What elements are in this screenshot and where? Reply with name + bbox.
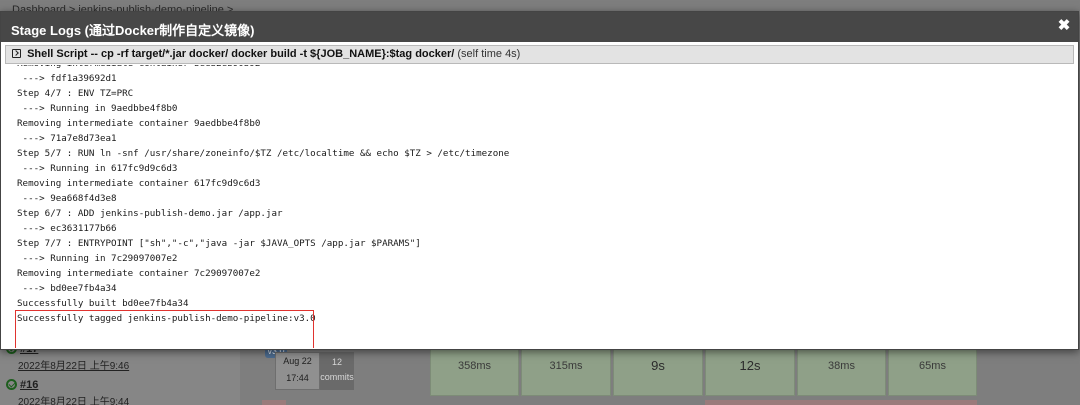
stage-cell[interactable]: 358ms: [430, 346, 519, 396]
stage-cell[interactable]: 65ms: [888, 346, 977, 396]
build-number[interactable]: #16: [20, 379, 38, 391]
commits-label: commits: [320, 372, 354, 382]
log-line: Step 7/7 : ENTRYPOINT ["sh","-c","java -…: [17, 238, 421, 249]
log-line: Removing intermediate container 9aedbbe4…: [17, 118, 261, 129]
build-date[interactable]: 2022年8月22日 上午9:46: [18, 357, 236, 372]
step-command[interactable]: Shell Script -- cp -rf target/*.jar dock…: [27, 48, 454, 60]
log-line: Successfully built bd0ee7fb4a34: [17, 298, 189, 309]
stage-cell[interactable]: 38ms: [797, 346, 886, 396]
run-date-box: Aug 22 17:44: [275, 352, 320, 390]
log-line: ---> 9ea668f4d3e8: [17, 193, 117, 204]
failed-run-row: [262, 400, 286, 405]
build-history-item[interactable]: #16 2022年8月22日 上午9:44: [6, 379, 236, 405]
log-line: ---> 71a7e8d73ea1: [17, 133, 117, 144]
run-time: 17:44: [286, 373, 309, 383]
stage-cell[interactable]: 12s: [705, 346, 795, 396]
build-date[interactable]: 2022年8月22日 上午9:44: [18, 393, 236, 405]
success-check-icon: [6, 379, 17, 390]
step-self-time: (self time 4s): [457, 48, 521, 60]
dialog-header: Stage Logs (通过Docker制作自定义镜像) ✖: [1, 12, 1078, 42]
commits-badge[interactable]: 12 commits: [320, 352, 354, 390]
stage-cell[interactable]: 315ms: [521, 346, 611, 396]
log-line: ---> Running in 617fc9d9c6d3: [17, 163, 178, 174]
close-button[interactable]: ✖: [1056, 17, 1072, 35]
step-header[interactable]: Shell Script -- cp -rf target/*.jar dock…: [5, 45, 1074, 64]
dialog-title: Stage Logs (通过Docker制作自定义镜像): [11, 23, 255, 38]
log-line: Step 6/7 : ADD jenkins-publish-demo.jar …: [17, 208, 283, 219]
success-highlight-box: [15, 310, 314, 348]
log-lines: Removing intermediate container beeb2eb9…: [17, 65, 509, 326]
log-line: ---> Running in 7c29097007e2: [17, 253, 178, 264]
log-line: ---> Running in 9aedbbe4f8b0: [17, 103, 178, 114]
commits-count: 12: [331, 357, 342, 367]
log-line: ---> bd0ee7fb4a34: [17, 283, 117, 294]
log-output[interactable]: Removing intermediate container beeb2eb9…: [5, 65, 1074, 348]
log-line: ---> ec3631177b66: [17, 223, 117, 234]
failed-stage-row: [705, 400, 977, 405]
terminal-icon: [12, 49, 21, 58]
log-line: Removing intermediate container 7c290970…: [17, 268, 261, 279]
log-line: Step 4/7 : ENV TZ=PRC: [17, 88, 134, 99]
log-line: Removing intermediate container 617fc9d9…: [17, 178, 261, 189]
stage-cell[interactable]: 9s: [613, 346, 703, 396]
log-line: ---> fdf1a39692d1: [17, 73, 117, 84]
stage-logs-dialog: Stage Logs (通过Docker制作自定义镜像) ✖ Shell Scr…: [0, 11, 1079, 350]
log-line: Step 5/7 : RUN ln -snf /usr/share/zonein…: [17, 148, 510, 159]
run-date: Aug 22: [283, 356, 312, 366]
